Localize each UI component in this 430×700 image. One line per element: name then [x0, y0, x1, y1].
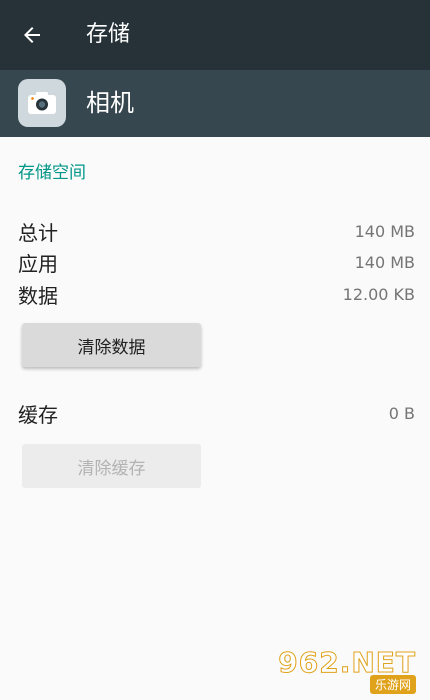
- storage-row-data: 数据 12.00 KB: [18, 279, 415, 309]
- app-icon: [18, 79, 66, 127]
- arrow-back-icon: [24, 27, 40, 43]
- watermark: 962.NET 乐游网: [278, 644, 420, 694]
- cache-row: 缓存 0 B: [18, 398, 415, 428]
- cache-value: 0 B: [388, 403, 415, 423]
- data-label: 数据: [18, 283, 58, 308]
- total-label: 总计: [18, 220, 58, 245]
- data-value: 12.00 KB: [342, 284, 415, 304]
- app-name: 相机: [86, 89, 134, 117]
- clear-data-button[interactable]: 清除数据: [22, 323, 201, 367]
- storage-row-total: 总计 140 MB: [18, 216, 415, 246]
- watermark-sub: 乐游网: [369, 675, 416, 694]
- app-size-value: 140 MB: [354, 252, 415, 272]
- page-title: 存储: [86, 22, 131, 47]
- total-value: 140 MB: [354, 221, 415, 241]
- app-header: 相机: [0, 70, 430, 137]
- storage-section-title: 存储空间: [18, 163, 86, 183]
- camera-icon: [28, 92, 56, 114]
- storage-row-app: 应用 140 MB: [18, 247, 415, 277]
- back-button[interactable]: [14, 17, 50, 53]
- clear-cache-button[interactable]: 清除缓存: [22, 444, 201, 488]
- toolbar: 存储: [0, 0, 430, 70]
- cache-label: 缓存: [18, 402, 58, 427]
- app-size-label: 应用: [18, 251, 58, 276]
